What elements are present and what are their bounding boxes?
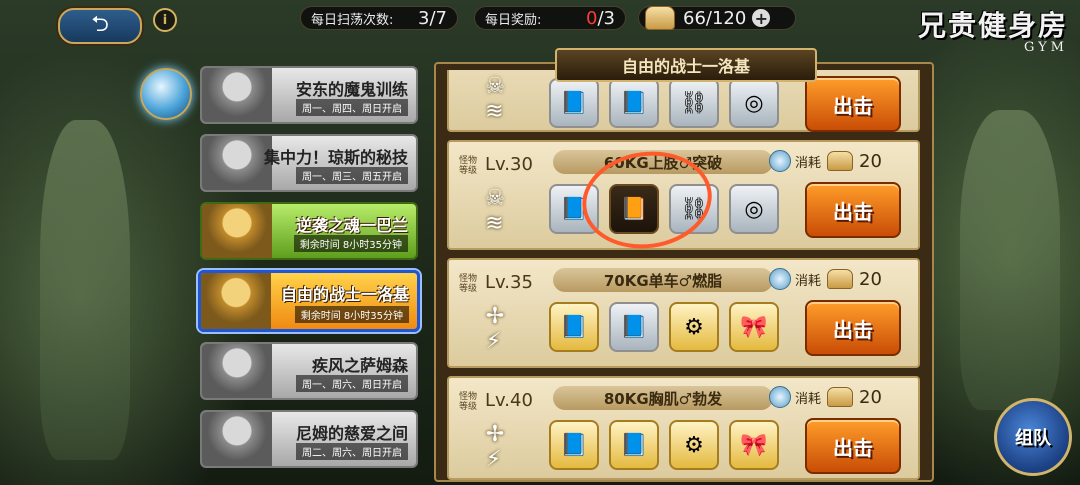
daily-reward-total: /3 xyxy=(597,7,615,29)
monster-emblem-icon: ☠ ≋ xyxy=(485,74,505,124)
portrait xyxy=(202,136,272,190)
team-button[interactable]: 组队 xyxy=(994,398,1072,476)
cost-info: 消耗 20 xyxy=(769,150,882,172)
back-icon: ⮌ xyxy=(91,12,109,37)
daily-reward-counter: 每日奖励: 0/3 xyxy=(474,6,626,30)
sidebar-item-title: 安东的魔鬼训练 xyxy=(295,80,408,99)
portrait xyxy=(201,273,271,329)
daily-sweep-counter: 每日扫荡次数: 3/7 xyxy=(300,6,458,30)
reward-item-icon[interactable]: 📙 xyxy=(609,184,659,234)
stamina-value: 66/120 xyxy=(683,7,747,29)
orb-icon xyxy=(769,386,791,408)
sidebar-item-jones[interactable]: 集中力！琼斯的秘技 周一、周三、周五开启 xyxy=(200,134,418,192)
reward-item-icon[interactable]: ⛓ xyxy=(669,78,719,128)
sidebar-item-schedule: 周二、周六、周日开启 xyxy=(296,443,408,460)
portrait xyxy=(202,344,272,398)
monster-emblem-icon: ☠ ≋ xyxy=(485,186,505,236)
reward-item-icon[interactable]: 📘 xyxy=(549,302,599,352)
reward-item-icon[interactable]: ⚙ xyxy=(669,420,719,470)
orb-icon xyxy=(769,268,791,290)
portrait xyxy=(202,204,272,258)
cost-value: 20 xyxy=(859,386,882,408)
back-button[interactable]: ⮌ xyxy=(58,8,142,44)
stage-row: 怪物等级 Lv.30 ☠ ≋ 60KG上肢♂突破 消耗 20 📘 📙 ⛓ ◎ 出击 xyxy=(447,140,920,250)
monster-level: Lv.40 xyxy=(485,390,533,411)
bread-icon xyxy=(645,6,675,30)
reward-item-icon[interactable]: 🎀 xyxy=(729,420,779,470)
cost-info: 消耗 20 xyxy=(769,268,882,290)
level-tag: 怪物等级 xyxy=(459,392,478,412)
stage-row: 怪物等级 Lv.35 ✢ ⚡ 70KG单车♂燃脂 消耗 20 📘 📘 ⚙ 🎀 出击 xyxy=(447,258,920,368)
sidebar-item-title: 集中力！琼斯的秘技 xyxy=(263,148,408,167)
orb-icon xyxy=(769,150,791,172)
reward-item-icon[interactable]: ◎ xyxy=(729,184,779,234)
monster-emblem-icon: ✢ ⚡ xyxy=(485,304,505,354)
cost-label: 消耗 xyxy=(795,273,822,289)
reward-item-icon[interactable]: 📘 xyxy=(549,420,599,470)
stage-row: 怪物等级 Lv.40 ✢ ⚡ 80KG胸肌♂勃发 消耗 20 📘 📘 ⚙ 🎀 出击 xyxy=(447,376,920,480)
bread-icon xyxy=(827,269,854,289)
gym-title: 兄贵健身房 xyxy=(917,9,1068,42)
stage-title: 60KG上肢♂突破 xyxy=(553,150,773,174)
cost-info: 消耗 20 xyxy=(769,386,882,408)
sidebar-item-schedule: 周一、周三、周五开启 xyxy=(296,167,408,184)
sidebar-item-balan[interactable]: 逆袭之魂一巴兰 剩余时间 8小时35分钟 xyxy=(200,202,418,260)
bread-icon xyxy=(827,387,854,407)
reward-item-icon[interactable]: 📘 xyxy=(609,78,659,128)
reward-item-icon[interactable]: ◎ xyxy=(729,78,779,128)
gym-logo: 兄贵健身房 GYM xyxy=(918,4,1068,55)
cost-label: 消耗 xyxy=(795,391,822,407)
crystal-orb-icon[interactable] xyxy=(140,68,192,120)
monster-level: Lv.30 xyxy=(485,154,533,175)
sidebar-item-remaining: 剩余时间 8小时35分钟 xyxy=(294,306,409,323)
stamina-counter: 66/120 + xyxy=(638,6,796,30)
sidebar-item-samson[interactable]: 疾风之萨姆森 周一、周六、周日开启 xyxy=(200,342,418,400)
sidebar-item-title: 逆袭之魂一巴兰 xyxy=(295,216,408,235)
sidebar-item-nim[interactable]: 尼姆的慈爱之间 周二、周六、周日开启 xyxy=(200,410,418,468)
cost-value: 20 xyxy=(859,150,882,172)
left-statue xyxy=(40,120,130,460)
daily-reward-label: 每日奖励: xyxy=(485,12,542,28)
sortie-button[interactable]: 出击 xyxy=(805,76,901,132)
reward-item-icon[interactable]: 📘 xyxy=(549,184,599,234)
sidebar-item-schedule: 周一、周六、周日开启 xyxy=(296,375,408,392)
right-statue xyxy=(960,110,1060,410)
sidebar-item-remaining: 剩余时间 8小时35分钟 xyxy=(293,235,408,252)
bread-icon xyxy=(827,151,854,171)
sidebar-item-title: 尼姆的慈爱之间 xyxy=(295,424,408,443)
daily-sweep-label: 每日扫荡次数: xyxy=(311,12,394,28)
stage-title: 80KG胸肌♂勃发 xyxy=(553,386,773,410)
reward-item-icon[interactable]: ⚙ xyxy=(669,302,719,352)
sortie-button[interactable]: 出击 xyxy=(805,418,901,474)
panel-title: 自由的战士一洛基 xyxy=(555,48,817,82)
reward-item-icon[interactable]: 📘 xyxy=(609,420,659,470)
sidebar-item-title: 疾风之萨姆森 xyxy=(311,356,408,375)
sidebar-item-rocky[interactable]: 自由的战士一洛基 剩余时间 8小时35分钟 xyxy=(198,270,420,332)
sidebar-item-anton[interactable]: 安东的魔鬼训练 周一、周四、周日开启 xyxy=(200,66,418,124)
monster-level: Lv.35 xyxy=(485,272,533,293)
reward-item-icon[interactable]: ⛓ xyxy=(669,184,719,234)
daily-reward-current: 0 xyxy=(586,7,598,29)
portrait xyxy=(202,68,272,122)
reward-item-icon[interactable]: 📘 xyxy=(609,302,659,352)
level-tag: 怪物等级 xyxy=(459,156,478,176)
info-icon[interactable]: i xyxy=(153,8,177,32)
portrait xyxy=(202,412,272,466)
sortie-button[interactable]: 出击 xyxy=(805,300,901,356)
level-tag: 怪物等级 xyxy=(459,274,478,294)
cost-value: 20 xyxy=(859,268,882,290)
reward-item-icon[interactable]: 🎀 xyxy=(729,302,779,352)
daily-sweep-value: 3/7 xyxy=(418,7,447,29)
sidebar-item-title: 自由的战士一洛基 xyxy=(280,285,409,304)
sidebar-item-schedule: 周一、周四、周日开启 xyxy=(296,99,408,116)
sortie-button[interactable]: 出击 xyxy=(805,182,901,238)
reward-item-icon[interactable]: 📘 xyxy=(549,78,599,128)
add-stamina-button[interactable]: + xyxy=(752,9,771,28)
monster-emblem-icon: ✢ ⚡ xyxy=(485,422,505,472)
cost-label: 消耗 xyxy=(795,155,822,171)
stage-title: 70KG单车♂燃脂 xyxy=(553,268,773,292)
